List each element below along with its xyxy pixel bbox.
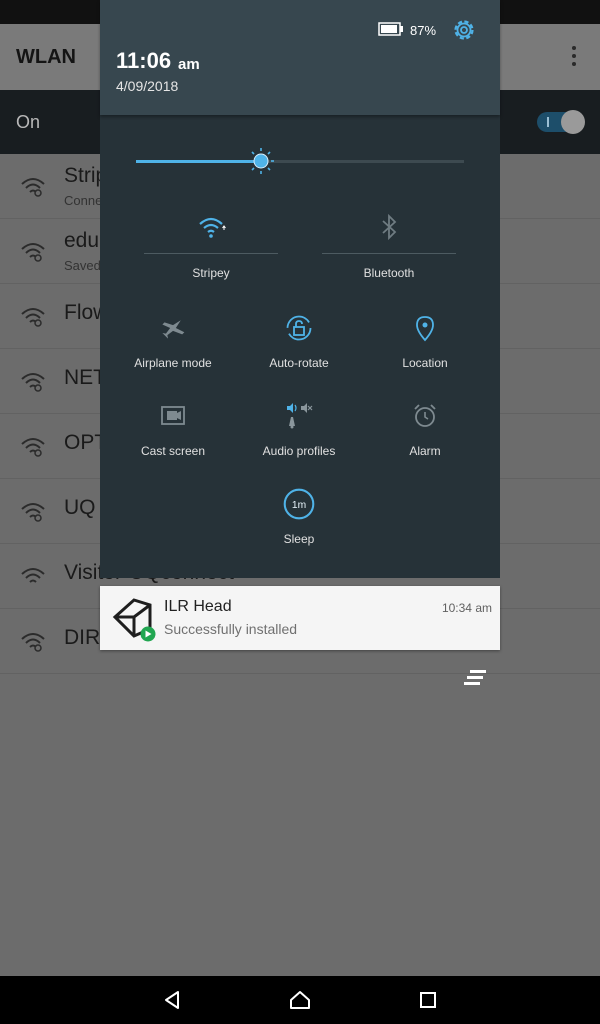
wifi-tile-divider [144,253,278,254]
wifi-tile[interactable]: Stripey [144,206,278,292]
more-options-icon[interactable] [572,46,576,68]
alarm-tile[interactable]: Alarm [365,402,485,482]
wifi-lock-icon [21,308,45,327]
brightness-track[interactable] [261,160,464,163]
cast-icon [161,406,185,425]
settings-gear-icon[interactable] [450,16,478,44]
airplane-mode-tile[interactable]: Airplane mode [113,314,233,394]
location-icon [416,316,434,342]
notification-message: Successfully installed [164,621,298,637]
auto-rotate-tile[interactable]: Auto-rotate [239,314,359,394]
audio-profiles-icon [287,403,313,429]
bluetooth-tile[interactable]: Bluetooth [322,206,456,292]
bluetooth-tile-label: Bluetooth [363,266,415,280]
notification-card[interactable]: ILR Head Successfully installed 10:34 am [100,586,500,650]
wifi-icon [21,568,45,583]
sleep-icon: 1m [283,488,315,520]
recent-apps-icon[interactable] [416,988,440,1012]
network-name: UQ [64,496,96,519]
date-text[interactable]: 4/09/2018 [116,78,178,94]
brightness-track-filled[interactable] [136,160,261,163]
page-title: WLAN [16,46,76,68]
auto-rotate-label: Auto-rotate [269,356,329,370]
toggle-on-mark [547,117,549,127]
airplane-icon [162,320,185,339]
battery-icon [378,22,403,36]
bluetooth-icon [382,213,397,241]
wifi-lock-icon [21,633,45,652]
battery-percent: 87% [410,23,437,38]
alarm-label: Alarm [409,444,441,458]
navigation-bar [0,976,600,1024]
home-icon[interactable] [288,988,312,1012]
notification-title: ILR Head [164,598,232,615]
clock-time[interactable]: 11:06 [116,48,171,74]
toggle-knob[interactable] [561,110,585,134]
network-status: Saved [64,258,101,273]
quick-settings-header: 11:06 am 4/09/2018 87% [100,0,500,115]
brightness-sun-icon[interactable] [247,147,275,175]
wifi-lock-icon [21,503,45,522]
wifi-lock-icon [21,373,45,392]
wlan-toggle-label: On [16,112,41,132]
wifi-lock-icon [21,243,45,262]
sleep-timer-value: 1m [292,500,306,511]
airplane-mode-label: Airplane mode [134,356,212,370]
location-label: Location [402,356,448,370]
wifi-icon [199,217,226,238]
cast-screen-tile[interactable]: Cast screen [113,402,233,482]
wifi-lock-icon [21,178,45,197]
sleep-label: Sleep [283,532,315,546]
back-icon[interactable] [160,988,184,1012]
audio-profiles-tile[interactable]: Audio profiles [239,402,359,482]
alarm-icon [414,404,436,427]
location-tile[interactable]: Location [365,314,485,394]
cast-screen-label: Cast screen [140,444,206,458]
bluetooth-tile-divider [322,253,456,254]
unity-app-icon [112,598,156,642]
sleep-tile[interactable]: 1m Sleep [239,488,359,568]
audio-profiles-label: Audio profiles [262,444,336,458]
notification-time: 10:34 am [441,601,492,615]
clear-all-notifications-icon[interactable] [462,669,488,687]
auto-rotate-icon [286,315,312,341]
wifi-lock-icon [21,438,45,457]
quick-settings-panel: 11:06 am 4/09/2018 87% Stripey Bluetooth… [100,0,500,578]
clock-ampm: am [178,56,200,73]
wifi-tile-label: Stripey [192,266,230,280]
